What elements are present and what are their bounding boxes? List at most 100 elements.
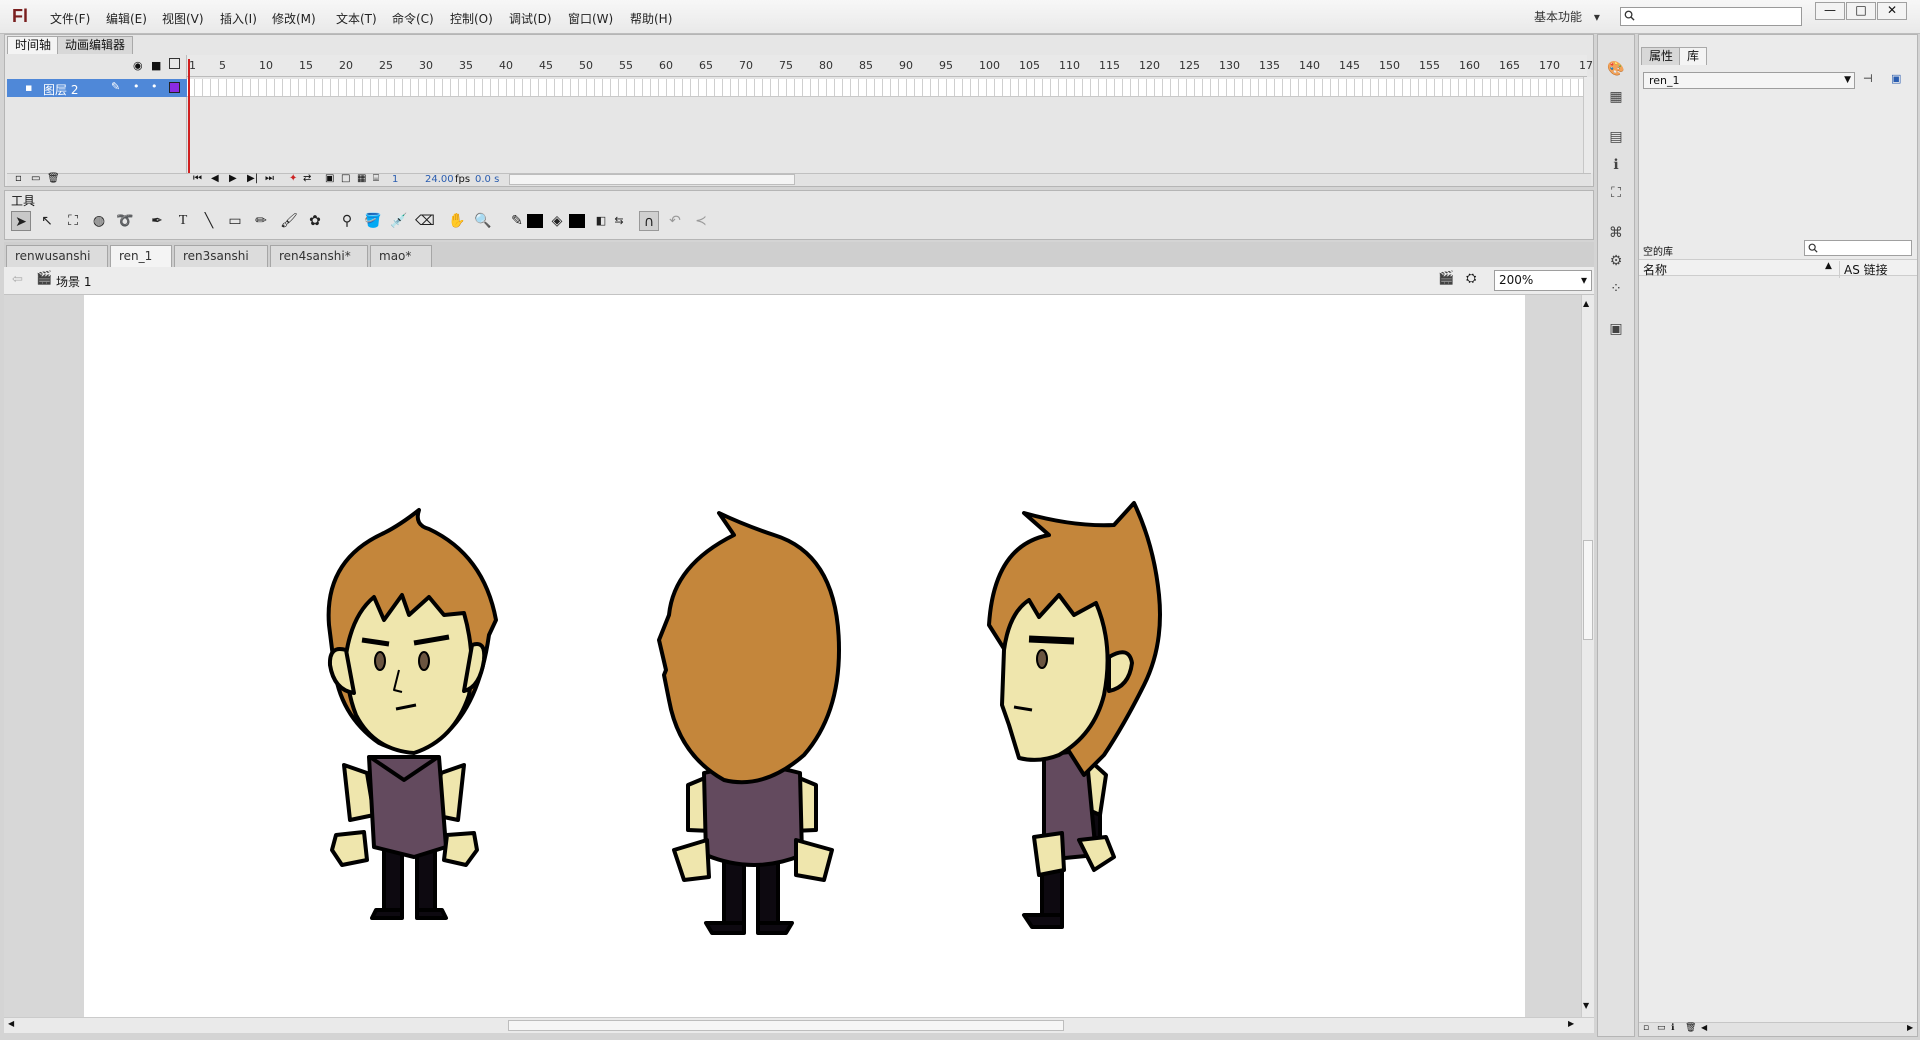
lock-icon[interactable]: ■ xyxy=(151,59,161,72)
straighten-icon[interactable]: ≺ xyxy=(691,211,711,231)
paint-bucket-tool-icon[interactable]: 🪣 xyxy=(363,211,383,231)
pencil-tool-icon[interactable]: ✏ xyxy=(251,211,271,231)
doc-tab-ren_1[interactable]: ren_1 × xyxy=(110,245,172,284)
frame-ruler[interactable]: 1 5 10 15 20 25 30 35 40 45 50 55 60 65 70 75 80 85 90 95 10… xyxy=(187,55,1593,77)
layer-color-swatch[interactable] xyxy=(169,82,180,93)
maximize-button[interactable]: □ xyxy=(1846,2,1876,20)
new-symbol-icon[interactable]: ▫ xyxy=(1643,1023,1649,1033)
stage-vscroll-thumb[interactable] xyxy=(1583,540,1593,640)
stage-hscroll[interactable]: ◀ ▶ xyxy=(4,1017,1594,1033)
components-panel-icon[interactable]: ⚙ xyxy=(1606,251,1626,271)
transform-panel-icon[interactable]: ⛶ xyxy=(1606,183,1626,203)
playhead[interactable] xyxy=(188,59,190,181)
tab-library[interactable]: 库 xyxy=(1679,47,1708,65)
back-arrow-icon[interactable]: ⇦ xyxy=(12,272,23,287)
next-frame-icon[interactable]: ▶| xyxy=(247,173,258,184)
visible-dot-icon[interactable]: • xyxy=(133,80,140,93)
lock-dot-icon[interactable]: • xyxy=(151,80,158,93)
edit-scene-icon[interactable]: 🎬 xyxy=(1438,271,1454,286)
menu-control[interactable]: 控制(O) xyxy=(450,10,493,27)
delete-icon[interactable]: 🗑 xyxy=(1685,1023,1696,1033)
history-panel-icon[interactable]: ▣ xyxy=(1606,319,1626,339)
menu-view[interactable]: 视图(V) xyxy=(162,10,204,27)
eye-icon[interactable]: ◉ xyxy=(133,59,143,72)
line-tool-icon[interactable]: ╲ xyxy=(199,211,219,231)
color-panel-icon[interactable]: 🎨 xyxy=(1606,59,1626,79)
outline-icon[interactable] xyxy=(169,58,180,69)
timeline-vscroll[interactable] xyxy=(1583,77,1593,173)
scroll-left-icon[interactable]: ◀ xyxy=(8,1019,14,1028)
zoom-select[interactable]: 200% ▾ xyxy=(1494,270,1592,291)
frame-cells[interactable] xyxy=(187,79,1587,97)
stroke-color-swatch[interactable] xyxy=(527,214,543,228)
column-name[interactable]: 名称 xyxy=(1643,261,1667,278)
fill-color-swatch[interactable] xyxy=(569,214,585,228)
stage-vscroll[interactable]: ▲ ▼ xyxy=(1581,295,1594,1017)
help-search-input[interactable] xyxy=(1620,7,1802,26)
scroll-right-icon[interactable]: ▶ xyxy=(1907,1023,1913,1032)
eraser-tool-icon[interactable]: ⌫ xyxy=(415,211,435,231)
rectangle-tool-icon[interactable]: ▭ xyxy=(225,211,245,231)
subselection-tool-icon[interactable]: ↖ xyxy=(37,211,57,231)
brush-tool-icon[interactable]: 🖌 xyxy=(279,211,299,231)
info-panel-icon[interactable]: ℹ xyxy=(1606,155,1626,175)
layer-row[interactable]: ▪ 图层 2 ✎ • • xyxy=(7,79,187,97)
menu-window[interactable]: 窗口(W) xyxy=(568,10,613,27)
delete-layer-icon[interactable]: 🗑 xyxy=(47,173,60,184)
code-snippets-icon[interactable]: ⌘ xyxy=(1606,223,1626,243)
last-frame-icon[interactable]: ⏭ xyxy=(265,173,274,184)
menu-text[interactable]: 文本(T) xyxy=(336,10,377,27)
new-layer-icon[interactable]: ▫ xyxy=(15,173,22,184)
menu-help[interactable]: 帮助(H) xyxy=(630,10,672,27)
selection-tool-icon[interactable]: ➤ xyxy=(11,211,31,231)
pin-icon[interactable]: ⊣ xyxy=(1863,72,1873,85)
hand-tool-icon[interactable]: ✋ xyxy=(447,211,467,231)
deco-tool-icon[interactable]: ✿ xyxy=(305,211,325,231)
library-document-select[interactable]: ren_1 ▼ xyxy=(1643,72,1855,89)
menu-debug[interactable]: 调试(D) xyxy=(509,10,552,27)
edit-multiple-icon[interactable]: ▦ xyxy=(357,173,366,184)
3d-rotation-tool-icon[interactable]: ◍ xyxy=(89,211,109,231)
onion-skin-icon[interactable]: ▣ xyxy=(325,173,334,184)
doc-tab-ren3sanshi[interactable]: ren3sanshi × xyxy=(174,245,268,284)
menu-insert[interactable]: 插入(I) xyxy=(220,10,257,27)
text-tool-icon[interactable]: T xyxy=(173,211,193,231)
swatches-panel-icon[interactable]: ▦ xyxy=(1606,87,1626,107)
menu-modify[interactable]: 修改(M) xyxy=(272,10,316,27)
tab-timeline[interactable]: 时间轴 xyxy=(7,36,60,54)
stage-canvas[interactable] xyxy=(84,295,1525,1017)
new-folder-icon[interactable]: ▭ xyxy=(1657,1023,1666,1033)
scroll-up-icon[interactable]: ▲ xyxy=(1583,299,1589,308)
snap-magnet-icon[interactable]: ∩ xyxy=(639,211,659,231)
character-back-view[interactable] xyxy=(657,511,841,935)
new-library-panel-icon[interactable]: ▣ xyxy=(1891,72,1901,85)
play-icon[interactable]: ▶ xyxy=(229,173,237,184)
free-transform-tool-icon[interactable]: ⛶ xyxy=(63,211,83,231)
column-linkage[interactable]: AS 链接 xyxy=(1839,261,1888,278)
doc-tab-renwusanshi[interactable]: renwusanshi × xyxy=(6,245,108,284)
loop-icon[interactable]: ⇄ xyxy=(303,173,311,184)
menu-command[interactable]: 命令(C) xyxy=(392,10,434,27)
first-frame-icon[interactable]: ⏮ xyxy=(193,173,202,184)
pen-tool-icon[interactable]: ✒ xyxy=(147,211,167,231)
menu-file[interactable]: 文件(F) xyxy=(50,10,90,27)
menu-edit[interactable]: 编辑(E) xyxy=(106,10,147,27)
doc-tab-mao[interactable]: mao* × xyxy=(370,245,432,284)
bone-tool-icon[interactable]: ⚲ xyxy=(337,211,357,231)
close-button[interactable]: ✕ xyxy=(1877,2,1907,20)
new-folder-icon[interactable]: ▭ xyxy=(31,173,40,184)
minimize-button[interactable]: — xyxy=(1815,2,1845,20)
swap-colors-icon[interactable]: ⇆ xyxy=(609,211,629,231)
timeline-hscroll-thumb[interactable] xyxy=(509,174,795,185)
stage-hscroll-thumb[interactable] xyxy=(508,1020,1064,1031)
workspace-switcher[interactable]: 基本功能 ▾ xyxy=(1534,8,1600,25)
center-frame-icon[interactable]: ✦ xyxy=(289,173,297,184)
lasso-tool-icon[interactable]: ➰ xyxy=(115,211,135,231)
onion-outline-icon[interactable]: □ xyxy=(341,173,350,184)
library-search-input[interactable] xyxy=(1804,240,1912,256)
zoom-tool-icon[interactable]: 🔍 xyxy=(473,211,493,231)
character-front-view[interactable] xyxy=(326,508,498,920)
tab-motion-editor[interactable]: 动画编辑器 xyxy=(57,36,134,54)
scroll-down-icon[interactable]: ▼ xyxy=(1583,1001,1589,1010)
properties-icon[interactable]: ℹ xyxy=(1671,1023,1674,1033)
